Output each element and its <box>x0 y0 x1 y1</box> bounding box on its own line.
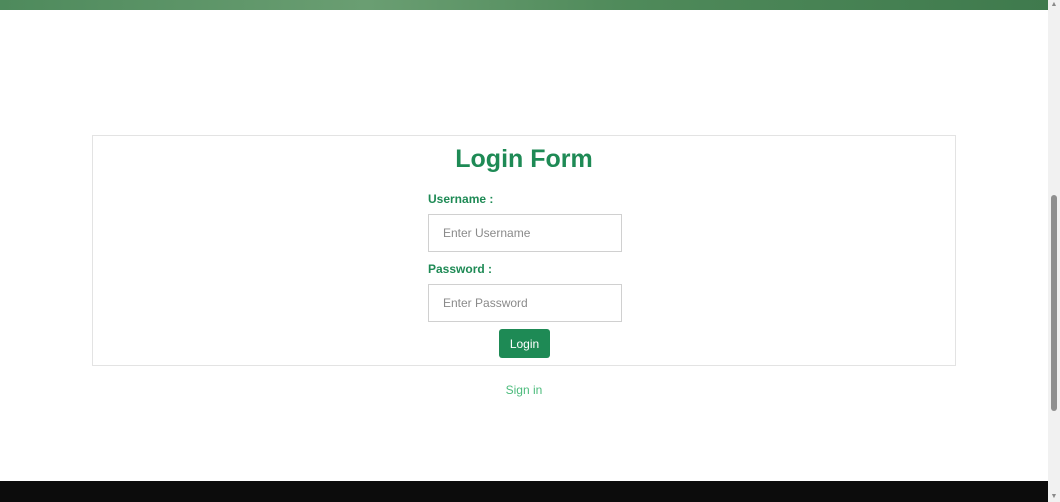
password-label: Password : <box>428 262 493 276</box>
page: Login Form Username : Password : Login S… <box>0 0 1060 502</box>
page-title: Login Form <box>455 145 593 173</box>
login-button[interactable]: Login <box>499 329 550 358</box>
scrollbar-thumb[interactable] <box>1051 195 1057 411</box>
password-input[interactable] <box>428 284 622 322</box>
sign-in-link-row: Sign in <box>0 382 1048 398</box>
chevron-up-icon[interactable]: ▲ <box>1048 0 1060 10</box>
username-input[interactable] <box>428 214 622 252</box>
footer <box>0 481 1048 502</box>
chevron-down-icon[interactable]: ▼ <box>1048 492 1060 502</box>
sign-in-link[interactable]: Sign in <box>506 383 543 397</box>
username-label: Username : <box>428 192 494 206</box>
vertical-scrollbar[interactable]: ▲ ▼ <box>1048 0 1060 502</box>
header-banner-image <box>0 0 1048 10</box>
